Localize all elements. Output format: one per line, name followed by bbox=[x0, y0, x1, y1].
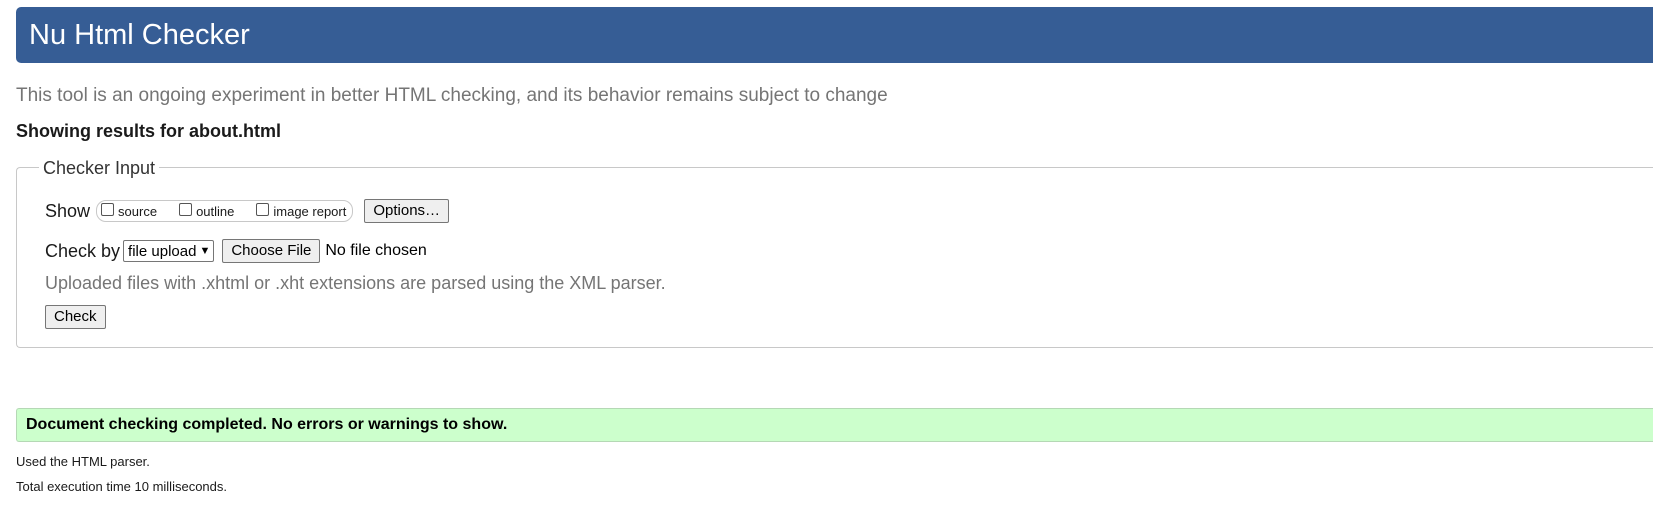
image-report-checkbox[interactable] bbox=[256, 202, 270, 216]
outline-checkbox-label: outline bbox=[196, 203, 235, 219]
check-by-selected-value: file upload bbox=[128, 242, 197, 260]
show-image-report-option[interactable]: image report bbox=[256, 202, 347, 219]
check-by-row: Check by file upload ▼ Choose File No fi… bbox=[45, 239, 427, 263]
file-status-text: No file chosen bbox=[325, 242, 427, 259]
show-outline-option[interactable]: outline bbox=[179, 202, 235, 219]
intro-text: This tool is an ongoing experiment in be… bbox=[16, 85, 888, 106]
outline-checkbox[interactable] bbox=[179, 202, 193, 216]
source-checkbox[interactable] bbox=[101, 202, 115, 216]
checker-input-legend: Checker Input bbox=[39, 157, 160, 179]
check-button[interactable]: Check bbox=[45, 305, 106, 329]
check-by-select[interactable]: file upload ▼ bbox=[123, 240, 215, 262]
execution-time: Total execution time 10 milliseconds. bbox=[16, 479, 227, 494]
parser-note: Used the HTML parser. bbox=[16, 454, 150, 469]
show-row: Show source outline image report Options… bbox=[45, 199, 450, 223]
options-button[interactable]: Options… bbox=[364, 199, 450, 223]
chevron-down-icon: ▼ bbox=[199, 245, 211, 257]
check-by-label: Check by bbox=[45, 240, 121, 261]
checker-input-fieldset: Checker Input Show source outline image … bbox=[16, 157, 1653, 348]
show-options-group: source outline image report bbox=[96, 200, 354, 222]
show-label: Show bbox=[45, 200, 91, 221]
image-report-checkbox-label: image report bbox=[273, 203, 347, 219]
result-message: Document checking completed. No errors o… bbox=[26, 416, 508, 433]
result-success-banner: Document checking completed. No errors o… bbox=[16, 408, 1653, 442]
results-heading: Showing results for about.html bbox=[16, 121, 281, 141]
show-source-option[interactable]: source bbox=[101, 202, 158, 219]
page-title: Nu Html Checker bbox=[29, 19, 250, 51]
upload-note: Uploaded files with .xhtml or .xht exten… bbox=[45, 273, 666, 293]
header-bar: Nu Html Checker bbox=[16, 7, 1653, 63]
page: Nu Html Checker This tool is an ongoing … bbox=[0, 0, 1653, 527]
source-checkbox-label: source bbox=[118, 203, 158, 219]
choose-file-button[interactable]: Choose File bbox=[222, 239, 321, 263]
